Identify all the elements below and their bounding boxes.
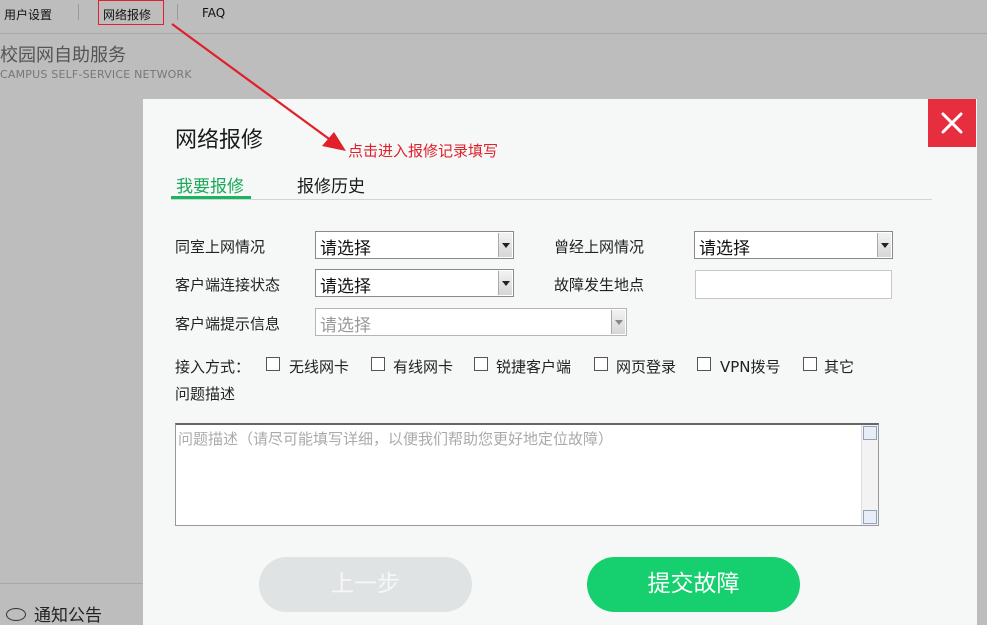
annotation-arrow	[171, 23, 346, 151]
arrowhead-icon	[322, 132, 346, 151]
annotation-text: 点击进入报修记录填写	[348, 142, 499, 160]
